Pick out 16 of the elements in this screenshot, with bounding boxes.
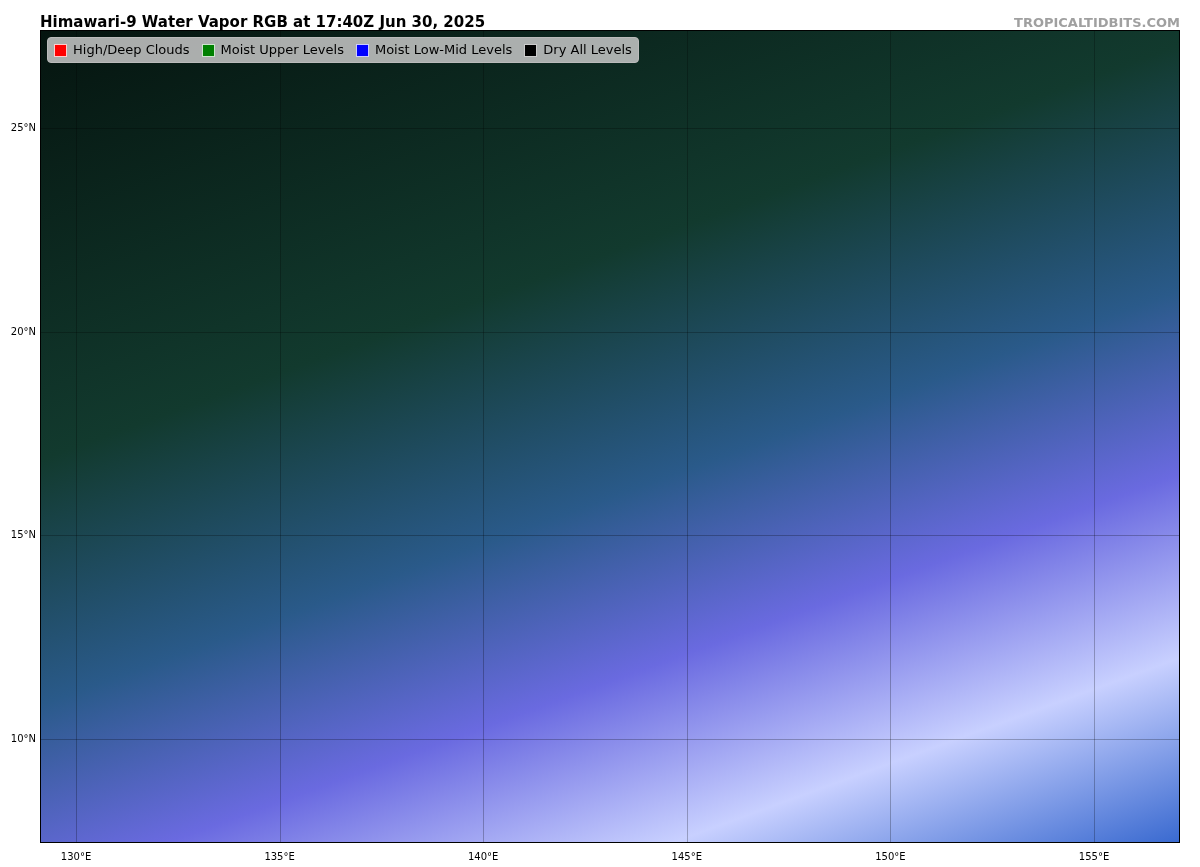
site-credit: TROPICALTIDBITS.COM xyxy=(1014,16,1180,29)
latitude-label: 20°N xyxy=(9,326,36,337)
longitude-label: 135°E xyxy=(263,852,296,862)
longitude-label: 145°E xyxy=(670,852,703,862)
latitude-label: 10°N xyxy=(9,734,36,745)
latitude-label: 15°N xyxy=(9,530,36,541)
longitude-label: 155°E xyxy=(1077,852,1111,862)
legend-label: Moist Upper Levels xyxy=(220,41,344,60)
legend-label: Dry All Levels xyxy=(543,41,632,60)
chart-title: Himawari-9 Water Vapor RGB at 17:40Z Jun 30, 2025 xyxy=(40,15,486,30)
legend-label: Moist Low-Mid Levels xyxy=(374,41,513,60)
longitude-label: 130°E xyxy=(59,852,93,862)
longitude-label: 140°E xyxy=(467,852,500,862)
legend-label: High/Deep Clouds xyxy=(73,41,190,60)
latitude-label: 25°N xyxy=(9,123,36,133)
longitude-label: 150°E xyxy=(874,852,907,862)
